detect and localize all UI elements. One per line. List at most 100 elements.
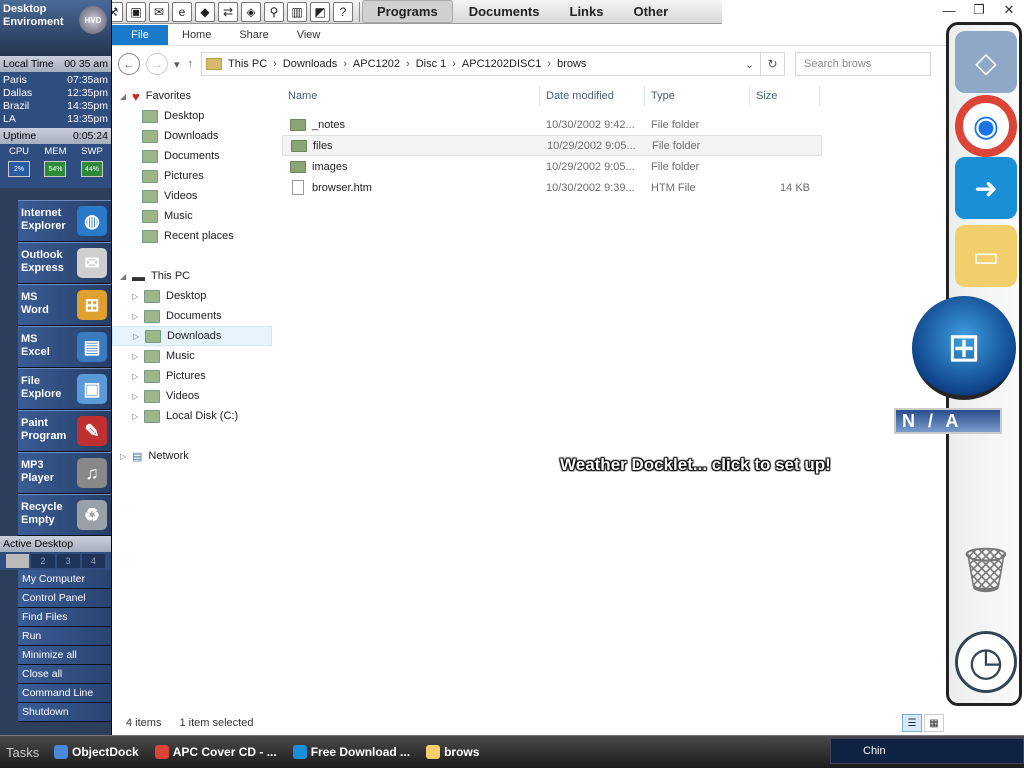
minimize-button[interactable]: — (934, 0, 964, 20)
quick-my-computer[interactable]: My Computer (18, 570, 111, 589)
expand-icon[interactable]: ▷ (132, 352, 144, 361)
app-launcher-recycle-empty[interactable]: Recycle Empty ♻ (18, 494, 111, 536)
weather-docklet-text[interactable]: Weather Docklet... click to set up! (560, 455, 831, 475)
address-bar[interactable]: This PC › Downloads › APC1202 › Disc 1 › APC1202… (201, 52, 762, 76)
task-free-download[interactable]: Free Download ... (289, 740, 414, 764)
tab-file[interactable]: File (112, 24, 168, 45)
column-type[interactable]: Type (645, 86, 750, 106)
app-launcher-paint-program[interactable]: Paint Program ✎ (18, 410, 111, 452)
file-row[interactable]: _notes 10/30/2002 9:42... File folder (282, 114, 822, 135)
nav-item-documents[interactable]: ▷ Documents (112, 306, 272, 326)
file-row[interactable]: files 10/29/2002 9:05... File folder (282, 135, 822, 156)
desktop-page-2[interactable]: 2 (31, 554, 55, 568)
nav-item-documents[interactable]: Documents (112, 146, 272, 166)
expand-icon[interactable]: ▷ (120, 452, 132, 461)
tab-view[interactable]: View (283, 25, 335, 45)
forward-button[interactable]: → (146, 53, 168, 75)
tab-home[interactable]: Home (168, 25, 225, 45)
nav-item-music[interactable]: Music (112, 206, 272, 226)
desktop-page-4[interactable]: 4 (81, 554, 105, 568)
column-date[interactable]: Date modified (540, 86, 645, 106)
quick-command-line[interactable]: Command Line (18, 684, 111, 703)
column-name[interactable]: Name (282, 86, 540, 106)
nav-item-pictures[interactable]: Pictures (112, 166, 272, 186)
expand-icon[interactable]: ▷ (132, 392, 144, 401)
nav-favorites[interactable]: ◢ ♥ Favorites (112, 86, 272, 106)
cube-icon[interactable]: ◈ (241, 1, 261, 22)
image-icon[interactable]: ▣ (126, 1, 146, 22)
recycle-bin-icon[interactable]: 🗑 (955, 539, 1017, 601)
menu-other[interactable]: Other (619, 1, 682, 22)
quick-run[interactable]: Run (18, 627, 111, 646)
menu-documents[interactable]: Documents (455, 1, 554, 22)
breadcrumb-item[interactable]: APC1202 (353, 58, 400, 70)
app-launcher-file-explore[interactable]: File Explore ▣ (18, 368, 111, 410)
expand-icon[interactable]: ▷ (132, 312, 144, 321)
expand-icon[interactable]: ▷ (133, 332, 145, 341)
breadcrumb-item[interactable]: APC1202DISC1 (462, 58, 542, 70)
nav-this-pc[interactable]: ◢ ▬ This PC (112, 266, 272, 286)
task-objectdock[interactable]: ObjectDock (50, 740, 143, 764)
runner-icon[interactable]: ⚲ (264, 1, 284, 22)
clock-icon[interactable]: ◷ (955, 631, 1017, 693)
dock-app-icon[interactable]: ◇ (955, 31, 1017, 93)
breadcrumb-item[interactable]: brows (557, 58, 586, 70)
ie-icon[interactable]: e (172, 1, 192, 22)
tab-share[interactable]: Share (225, 25, 282, 45)
app-launcher-ms-word[interactable]: MS Word ⊞ (18, 284, 111, 326)
breadcrumb-item[interactable]: Disc 1 (416, 58, 447, 70)
menu-links[interactable]: Links (556, 1, 618, 22)
nav-item-recent-places[interactable]: Recent places (112, 226, 272, 246)
nav-item-desktop[interactable]: Desktop (112, 106, 272, 126)
close-button[interactable]: ✕ (994, 0, 1024, 20)
breadcrumb-item[interactable]: This PC (228, 58, 267, 70)
download-app-icon[interactable]: ➜ (955, 157, 1017, 219)
quick-close-all[interactable]: Close all (18, 665, 111, 684)
column-size[interactable]: Size (750, 86, 820, 106)
nav-item-videos[interactable]: ▷ Videos (112, 386, 272, 406)
app-launcher-ms-excel[interactable]: MS Excel ▤ (18, 326, 111, 368)
quick-minimize-all[interactable]: Minimize all (18, 646, 111, 665)
package-icon[interactable]: ✉ (149, 1, 169, 22)
app-launcher-outlook-express[interactable]: Outlook Express ✉ (18, 242, 111, 284)
help-icon[interactable]: ? (333, 1, 353, 22)
quick-shutdown[interactable]: Shutdown (18, 703, 111, 722)
nav-item-desktop[interactable]: ▷ Desktop (112, 286, 272, 306)
nav-item-music[interactable]: ▷ Music (112, 346, 272, 366)
details-view-icon[interactable]: ☰ (902, 714, 922, 732)
windows-start-icon[interactable]: ⊞ (912, 296, 1016, 400)
nav-item-downloads[interactable]: Downloads (112, 126, 272, 146)
expand-icon[interactable]: ◢ (120, 272, 132, 281)
recent-locations-icon[interactable]: ▾ (174, 58, 180, 71)
book-icon[interactable]: ▥ (287, 1, 307, 22)
tiles-view-icon[interactable]: ▦ (924, 714, 944, 732)
maximize-button[interactable]: ❐ (964, 0, 994, 20)
breadcrumb-item[interactable]: Downloads (283, 58, 337, 70)
desktop-page-3[interactable]: 3 (56, 554, 80, 568)
chrome-icon[interactable]: ◉ (955, 95, 1017, 157)
library-icon[interactable]: ◩ (310, 1, 330, 22)
refresh-button[interactable]: ↻ (761, 52, 786, 76)
expand-icon[interactable]: ▷ (132, 372, 144, 381)
network-icon[interactable]: ⇄ (218, 1, 238, 22)
file-row[interactable]: images 10/29/2002 9:05... File folder (282, 156, 822, 177)
chevron-down-icon[interactable]: ⌄ (745, 58, 754, 71)
expand-icon[interactable]: ◢ (120, 92, 132, 101)
quick-control-panel[interactable]: Control Panel (18, 589, 111, 608)
expand-icon[interactable]: ▷ (132, 292, 144, 301)
up-button[interactable]: ↑ (188, 58, 194, 70)
nav-item-videos[interactable]: Videos (112, 186, 272, 206)
app-launcher-mp3-player[interactable]: MP3 Player ♫ (18, 452, 111, 494)
file-explorer-icon[interactable]: ▭ (955, 225, 1017, 287)
search-input[interactable]: Search brows (795, 52, 932, 76)
nav-item-local-disk-c-[interactable]: ▷ Local Disk (C:) (112, 406, 272, 426)
file-row[interactable]: browser.htm 10/30/2002 9:39... HTM File 14 … (282, 177, 822, 198)
desktop-page-1[interactable] (6, 554, 30, 568)
nav-item-downloads[interactable]: ▷ Downloads (112, 326, 272, 346)
expand-icon[interactable]: ▷ (132, 412, 144, 421)
quick-find-files[interactable]: Find Files (18, 608, 111, 627)
task-apc-cover-cd[interactable]: APC Cover CD - ... (151, 740, 281, 764)
menu-programs[interactable]: Programs (362, 0, 453, 23)
app-launcher-internet-explorer[interactable]: Internet Explorer ◍ (18, 200, 111, 242)
nav-network[interactable]: ▷ ▤ Network (112, 446, 272, 466)
